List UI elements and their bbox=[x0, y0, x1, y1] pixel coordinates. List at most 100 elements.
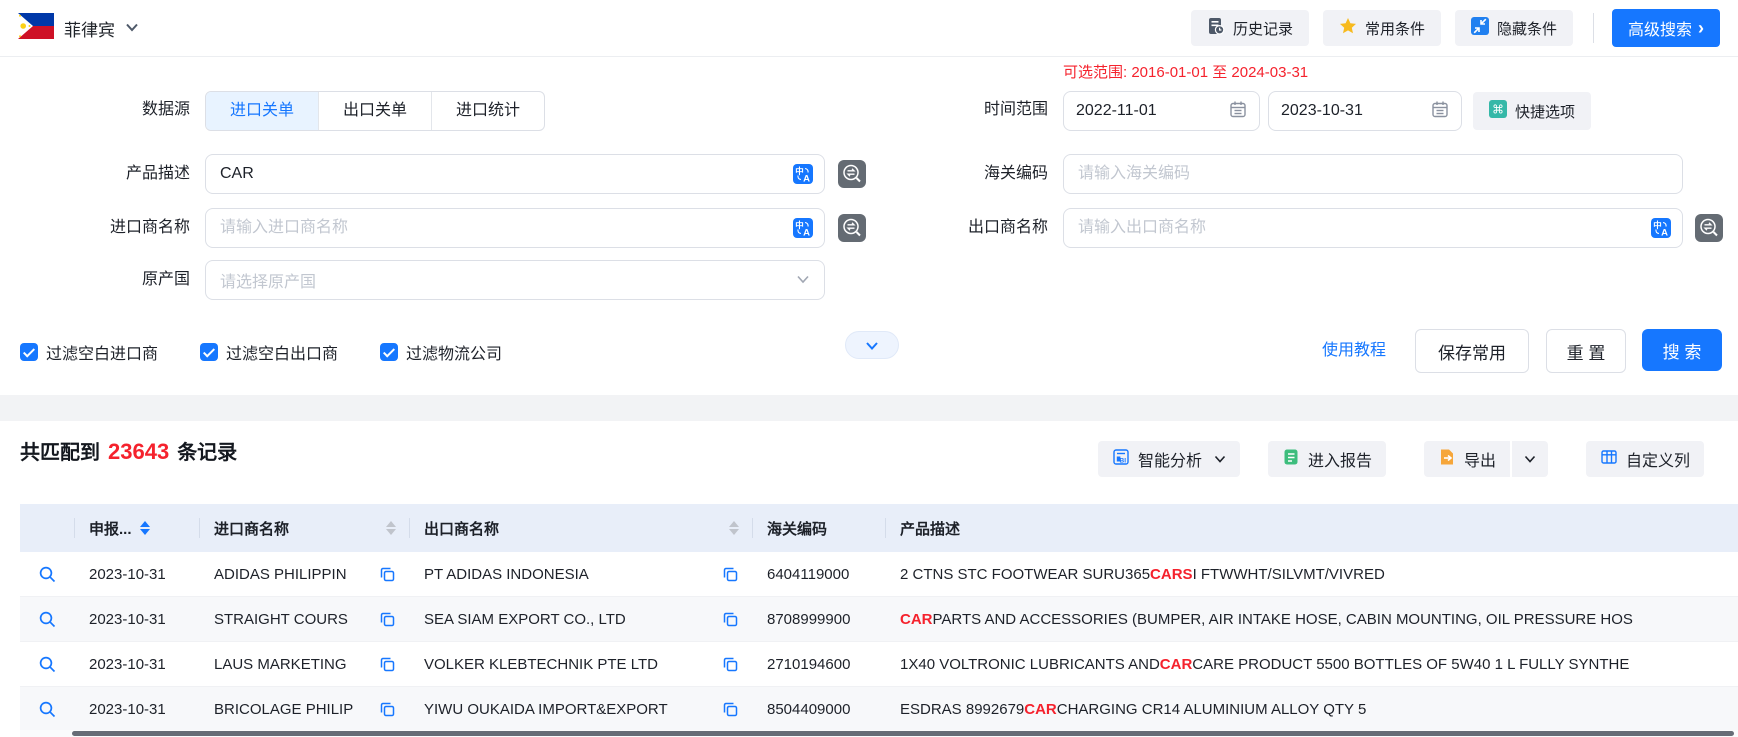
filter-blank-importer[interactable]: 过滤空白进口商 bbox=[20, 340, 158, 364]
header-declaration-date[interactable]: 申报... bbox=[75, 504, 200, 552]
copy-icon[interactable] bbox=[722, 656, 739, 673]
row-date: 2023-10-31 bbox=[75, 552, 200, 596]
header-label: 海关编码 bbox=[767, 518, 827, 539]
row-importer-cell: LAUS MARKETING bbox=[200, 642, 410, 686]
data-source-label: 数据源 bbox=[20, 91, 190, 129]
tab-import-statistics[interactable]: 进口统计 bbox=[431, 92, 544, 130]
report-notebook-icon bbox=[1282, 448, 1300, 471]
collapse-form-button[interactable] bbox=[845, 331, 899, 359]
row-importer-cell: STRAIGHT COURS bbox=[200, 597, 410, 641]
search-button[interactable]: 搜 索 bbox=[1642, 329, 1722, 371]
magnifier-icon[interactable] bbox=[38, 655, 57, 674]
row-detail-cell bbox=[20, 552, 75, 596]
enter-report-button[interactable]: 进入报告 bbox=[1268, 441, 1386, 477]
hs-code-label: 海关编码 bbox=[878, 154, 1048, 194]
sort-icon[interactable] bbox=[140, 521, 150, 535]
quick-options-label: 快捷选项 bbox=[1515, 101, 1575, 122]
header-importer[interactable]: 进口商名称 bbox=[200, 504, 410, 552]
tab-export-declarations[interactable]: 出口关单 bbox=[318, 92, 431, 130]
row-date: 2023-10-31 bbox=[75, 687, 200, 731]
header-detail-column bbox=[20, 504, 75, 552]
filter-logistics-company[interactable]: 过滤物流公司 bbox=[380, 340, 502, 364]
fuzzy-search-toggle-icon[interactable] bbox=[1695, 214, 1723, 242]
data-source-tabs: 进口关单 出口关单 进口统计 bbox=[205, 91, 545, 131]
row-importer-cell: ADIDAS PHILIPPIN bbox=[200, 552, 410, 596]
translate-icon[interactable]: 中A bbox=[1651, 218, 1671, 238]
scrollbar-thumb[interactable] bbox=[72, 731, 1734, 736]
copy-icon[interactable] bbox=[379, 701, 396, 718]
section-divider-band bbox=[0, 395, 1738, 421]
reset-button[interactable]: 重 置 bbox=[1546, 329, 1626, 373]
origin-country-label: 原产国 bbox=[20, 260, 190, 300]
exporter-label: 出口商名称 bbox=[878, 208, 1048, 248]
export-dropdown-button[interactable] bbox=[1512, 441, 1548, 477]
product-desc-label: 产品描述 bbox=[20, 154, 190, 194]
time-range-label: 时间范围 bbox=[878, 91, 1048, 129]
copy-icon[interactable] bbox=[379, 566, 396, 583]
copy-icon[interactable] bbox=[379, 611, 396, 628]
translate-icon[interactable]: 中A bbox=[793, 164, 813, 184]
translate-icon[interactable]: 中A bbox=[793, 218, 813, 238]
available-date-range-note: 可选范围: 2016-01-01 至 2024-03-31 bbox=[1063, 61, 1308, 82]
export-button[interactable]: 导出 bbox=[1424, 441, 1510, 477]
magnifier-icon[interactable] bbox=[38, 565, 57, 584]
hide-conditions-button[interactable]: 隐藏条件 bbox=[1455, 10, 1573, 46]
row-exporter-text: SEA SIAM EXPORT CO., LTD bbox=[424, 611, 626, 628]
date-end-field[interactable]: 2023-10-31 bbox=[1268, 91, 1462, 131]
origin-country-select[interactable]: 请选择原产国 bbox=[205, 260, 825, 300]
result-count-prefix: 共匹配到 bbox=[20, 436, 100, 465]
advanced-search-button[interactable]: 高级搜索 › bbox=[1612, 9, 1720, 47]
sort-icon[interactable] bbox=[386, 521, 396, 535]
svg-text:A: A bbox=[1661, 228, 1668, 239]
custom-columns-button[interactable]: 自定义列 bbox=[1586, 441, 1704, 477]
favorite-conditions-label: 常用条件 bbox=[1365, 18, 1425, 39]
importer-input[interactable] bbox=[205, 208, 825, 248]
history-label: 历史记录 bbox=[1233, 18, 1293, 39]
row-exporter-cell: VOLKER KLEBTECHNIK PTE LTD bbox=[410, 642, 753, 686]
row-hs-code: 8708999900 bbox=[753, 597, 886, 641]
header-label: 产品描述 bbox=[900, 518, 960, 539]
date-end-value: 2023-10-31 bbox=[1281, 102, 1363, 120]
table-header-row: 申报... 进口商名称 出口商名称 海关编码 产品描述 bbox=[20, 504, 1738, 552]
table-row: 2023-10-31 ADIDAS PHILIPPIN PT ADIDAS IN… bbox=[20, 552, 1738, 597]
fuzzy-search-toggle-icon[interactable] bbox=[838, 160, 866, 188]
date-start-field[interactable]: 2022-11-01 bbox=[1063, 91, 1260, 131]
save-common-button[interactable]: 保存常用 bbox=[1415, 329, 1529, 373]
tutorial-link[interactable]: 使用教程 bbox=[1322, 331, 1386, 371]
row-hs-code: 6404119000 bbox=[753, 552, 886, 596]
favorite-conditions-button[interactable]: 常用条件 bbox=[1323, 10, 1441, 46]
copy-icon[interactable] bbox=[722, 701, 739, 718]
fuzzy-search-toggle-icon[interactable] bbox=[838, 214, 866, 242]
product-desc-input[interactable] bbox=[205, 154, 825, 194]
country-selector[interactable]: 菲律宾 bbox=[18, 13, 139, 44]
tab-import-declarations[interactable]: 进口关单 bbox=[206, 92, 318, 130]
copy-icon[interactable] bbox=[722, 611, 739, 628]
copy-icon[interactable] bbox=[722, 566, 739, 583]
svg-text:A: A bbox=[803, 174, 810, 185]
history-button[interactable]: 历史记录 bbox=[1191, 10, 1309, 46]
header-exporter[interactable]: 出口商名称 bbox=[410, 504, 753, 552]
exporter-input[interactable] bbox=[1063, 208, 1683, 248]
top-bar: 菲律宾 历史记录 常用条件 隐藏条件 高级搜索 › bbox=[0, 0, 1738, 57]
sort-icon[interactable] bbox=[729, 521, 739, 535]
row-description: ESDRAS 8992679 CAR CHARGING CR14 ALUMINI… bbox=[886, 687, 1738, 731]
magnifier-icon[interactable] bbox=[38, 610, 57, 629]
magnifier-icon[interactable] bbox=[38, 700, 57, 719]
svg-text:⌘: ⌘ bbox=[1492, 103, 1504, 117]
row-detail-cell bbox=[20, 642, 75, 686]
table-row: 2023-10-31 STRAIGHT COURS SEA SIAM EXPOR… bbox=[20, 597, 1738, 642]
copy-icon[interactable] bbox=[379, 656, 396, 673]
chevron-down-icon bbox=[125, 19, 139, 37]
header-hs-code: 海关编码 bbox=[753, 504, 886, 552]
chevron-down-icon bbox=[1524, 455, 1536, 463]
result-count-line: 共匹配到 23643 条记录 bbox=[20, 436, 237, 465]
export-button-group: 导出 bbox=[1424, 441, 1548, 477]
smart-analysis-button[interactable]: BI 智能分析 bbox=[1098, 441, 1240, 477]
row-exporter-cell: PT ADIDAS INDONESIA bbox=[410, 552, 753, 596]
hide-conditions-label: 隐藏条件 bbox=[1497, 18, 1557, 39]
hs-code-input[interactable] bbox=[1063, 154, 1683, 194]
header-label: 进口商名称 bbox=[214, 518, 289, 539]
filter-blank-exporter[interactable]: 过滤空白出口商 bbox=[200, 340, 338, 364]
quick-options-button[interactable]: ⌘ 快捷选项 bbox=[1473, 92, 1591, 130]
svg-text:BI: BI bbox=[1120, 457, 1127, 464]
